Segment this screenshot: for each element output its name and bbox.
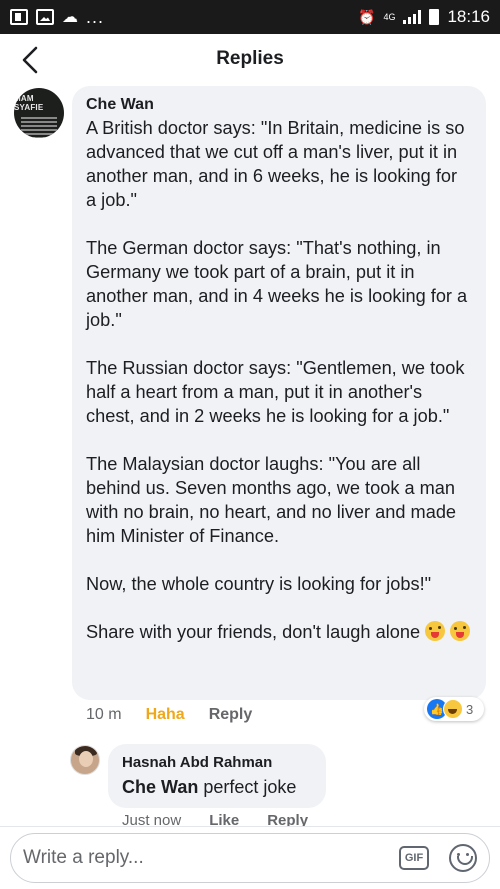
reaction-button[interactable]: Haha	[146, 706, 185, 724]
battery-icon	[429, 9, 440, 25]
reply-text: Che Wan perfect joke	[122, 777, 312, 798]
cloud-icon: ☁	[62, 9, 78, 26]
wink-tongue-emoji-icon	[450, 621, 471, 641]
status-bar: ☁ ... ⏰ 4G 18:16	[0, 0, 500, 34]
reply-input[interactable]	[23, 847, 399, 869]
comment-paragraph: The German doctor says: "That's nothing,…	[86, 238, 468, 330]
reply-bubble: Hasnah Abd Rahman Che Wan perfect joke	[108, 744, 326, 808]
system-icons: ⏰ 4G 18:16	[358, 7, 490, 27]
page-title: Replies	[216, 48, 284, 69]
avatar-label: MAM SYAFIE	[14, 94, 44, 112]
clock: 18:16	[447, 7, 490, 26]
alarm-icon: ⏰	[358, 8, 376, 25]
comment-paragraph: The Russian doctor says: "Gentlemen, we …	[86, 358, 465, 426]
flipboard-icon	[10, 9, 28, 25]
notification-icons: ☁ ...	[10, 7, 104, 27]
comment-paragraph-text: Share with your friends, don't laugh alo…	[86, 622, 421, 642]
comment-author[interactable]: Che Wan	[86, 96, 472, 114]
reply-author[interactable]: Hasnah Abd Rahman	[122, 754, 312, 771]
composer-box: GIF	[10, 833, 490, 883]
comment-paragraph: Now, the whole country is looking for jo…	[86, 574, 432, 594]
signal-icon	[403, 10, 422, 24]
comment-timestamp: 10 m	[86, 706, 122, 723]
gallery-icon	[36, 9, 54, 25]
comment-bubble: Che Wan A British doctor says: "In Brita…	[72, 86, 486, 700]
reply-button[interactable]: Reply	[209, 706, 253, 724]
replies-screen: ☁ ... ⏰ 4G 18:16 Replies MAM SYAFIE Che …	[0, 0, 500, 889]
reaction-count: 3	[466, 701, 474, 717]
emoji-picker-icon[interactable]	[449, 844, 477, 872]
gif-button[interactable]: GIF	[399, 846, 429, 870]
avatar[interactable]: MAM SYAFIE	[14, 88, 64, 138]
comment-paragraph: The Malaysian doctor laughs: "You are al…	[86, 454, 457, 546]
reply-message: perfect joke	[203, 777, 297, 797]
reaction-summary[interactable]: 👍 3	[424, 697, 484, 721]
comment-body: A British doctor says: "In Britain, medi…	[86, 116, 472, 644]
more-notifications-icon: ...	[86, 7, 105, 27]
avatar-graphic	[21, 115, 57, 138]
comment-actions: 10 m Haha Reply	[86, 706, 252, 724]
haha-icon	[443, 699, 463, 719]
avatar-face	[79, 751, 93, 767]
comment-paragraph-last: Share with your friends, don't laugh alo…	[86, 620, 472, 644]
network-type: 4G	[383, 11, 396, 22]
wink-tongue-emoji-icon	[425, 621, 446, 641]
reply-avatar[interactable]	[70, 745, 100, 775]
comment-paragraph: A British doctor says: "In Britain, medi…	[86, 118, 465, 210]
reply-mention[interactable]: Che Wan	[122, 777, 198, 797]
reply-composer: GIF	[0, 826, 500, 889]
app-header: Replies	[0, 34, 500, 86]
